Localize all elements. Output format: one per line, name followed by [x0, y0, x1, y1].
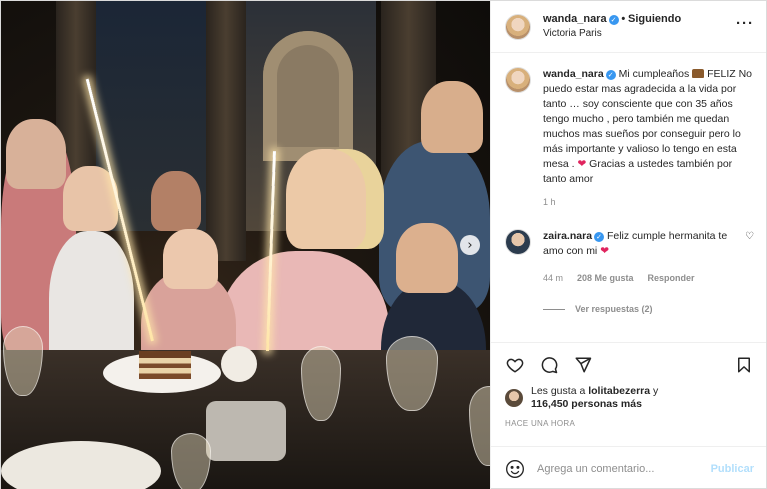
- water-glass: [171, 433, 211, 489]
- author-info: wanda_nara ✓ • Siguiendo Victoria Paris: [543, 12, 736, 41]
- follow-separator: •: [621, 13, 626, 25]
- publish-button[interactable]: Publicar: [711, 463, 754, 475]
- emoji-icon[interactable]: [505, 459, 525, 479]
- verified-badge-icon: ✓: [605, 70, 616, 80]
- likes-text: Les gusta a lolitabezerra y 116,450 pers…: [531, 385, 658, 411]
- divider-line: [543, 308, 565, 310]
- author-username[interactable]: wanda_nara: [543, 13, 607, 25]
- person-head: [396, 223, 458, 293]
- heart-emoji-icon: ❤: [577, 158, 587, 170]
- person-head: [151, 171, 201, 231]
- birthday-cake: [139, 351, 191, 379]
- caption-time: 1 h: [543, 197, 556, 207]
- post-actions-area: Les gusta a lolitabezerra y 116,450 pers…: [491, 342, 766, 446]
- chevron-right-icon[interactable]: ›: [460, 235, 480, 255]
- liker-username[interactable]: lolitabezerra: [588, 385, 650, 397]
- likes-connector: y: [653, 385, 659, 397]
- instagram-post: › wanda_nara ✓ • Siguiendo Victoria Paris…: [0, 0, 767, 489]
- comment-icon[interactable]: [539, 355, 559, 375]
- likes-summary: Les gusta a lolitabezerra y 116,450 pers…: [505, 385, 754, 411]
- bookmark-icon[interactable]: [734, 355, 754, 375]
- follow-status-button[interactable]: Siguiendo: [628, 13, 681, 25]
- likes-count[interactable]: 116,450 personas más: [531, 398, 642, 410]
- commenter-username[interactable]: zaira.nara: [543, 230, 592, 242]
- person-head: [286, 149, 366, 249]
- post-details-panel: wanda_nara ✓ • Siguiendo Victoria Paris ·…: [490, 1, 766, 489]
- curtain: [206, 1, 246, 261]
- commenter-avatar[interactable]: [505, 229, 531, 255]
- cup: [221, 346, 257, 382]
- post-location[interactable]: Victoria Paris: [543, 27, 736, 41]
- view-replies-label: Ver respuestas (2): [575, 304, 653, 314]
- add-comment-bar: Publicar: [491, 446, 766, 489]
- caption-part1: Mi cumpleaños: [618, 68, 690, 80]
- more-options-icon[interactable]: ···: [736, 15, 754, 32]
- author-avatar[interactable]: [505, 13, 531, 40]
- cake-emoji-icon: [692, 69, 705, 78]
- reply-button[interactable]: Responder: [648, 271, 695, 286]
- verified-badge-icon: ✓: [608, 15, 619, 25]
- ice-bucket: [206, 401, 286, 461]
- comments-section: wanda_nara ✓ Mi cumpleaños FELIZ No puedo…: [491, 53, 766, 342]
- likes-prefix: Les gusta a: [531, 385, 586, 397]
- comment-likes[interactable]: 208 Me gusta: [577, 271, 634, 286]
- comment-meta: 44 m 208 Me gusta Responder: [543, 271, 745, 286]
- person-head: [6, 119, 66, 189]
- caption-text: wanda_nara ✓ Mi cumpleaños FELIZ No puedo…: [543, 67, 754, 187]
- verified-badge-icon: ✓: [594, 232, 605, 242]
- comment-row: zaira.nara ✓ Feliz cumple hermanita te am…: [505, 229, 754, 286]
- share-icon[interactable]: [573, 355, 593, 375]
- caption: wanda_nara ✓ Mi cumpleaños FELIZ No puedo…: [505, 67, 754, 187]
- liker-avatar[interactable]: [505, 389, 523, 407]
- comment-like-heart-icon[interactable]: ♡: [745, 231, 754, 286]
- heart-icon[interactable]: [505, 355, 525, 375]
- person-head: [421, 81, 483, 153]
- caption-username[interactable]: wanda_nara: [543, 68, 604, 80]
- caption-avatar[interactable]: [505, 67, 531, 93]
- comment-body: zaira.nara ✓ Feliz cumple hermanita te am…: [543, 229, 745, 286]
- post-timestamp[interactable]: HACE UNA HORA: [505, 419, 754, 428]
- caption-part2: FELIZ No puedo estar mas agradecida a la…: [543, 68, 753, 170]
- person-head: [163, 229, 218, 289]
- comment-time: 44 m: [543, 273, 564, 283]
- heart-emoji-icon: ❤: [600, 245, 610, 257]
- arc-de-triomphe: [263, 31, 353, 161]
- post-photo[interactable]: ›: [1, 1, 490, 489]
- view-replies-button[interactable]: Ver respuestas (2): [543, 304, 754, 314]
- action-bar: [505, 351, 754, 379]
- comment-input[interactable]: [537, 462, 711, 475]
- post-header: wanda_nara ✓ • Siguiendo Victoria Paris ·…: [491, 1, 766, 53]
